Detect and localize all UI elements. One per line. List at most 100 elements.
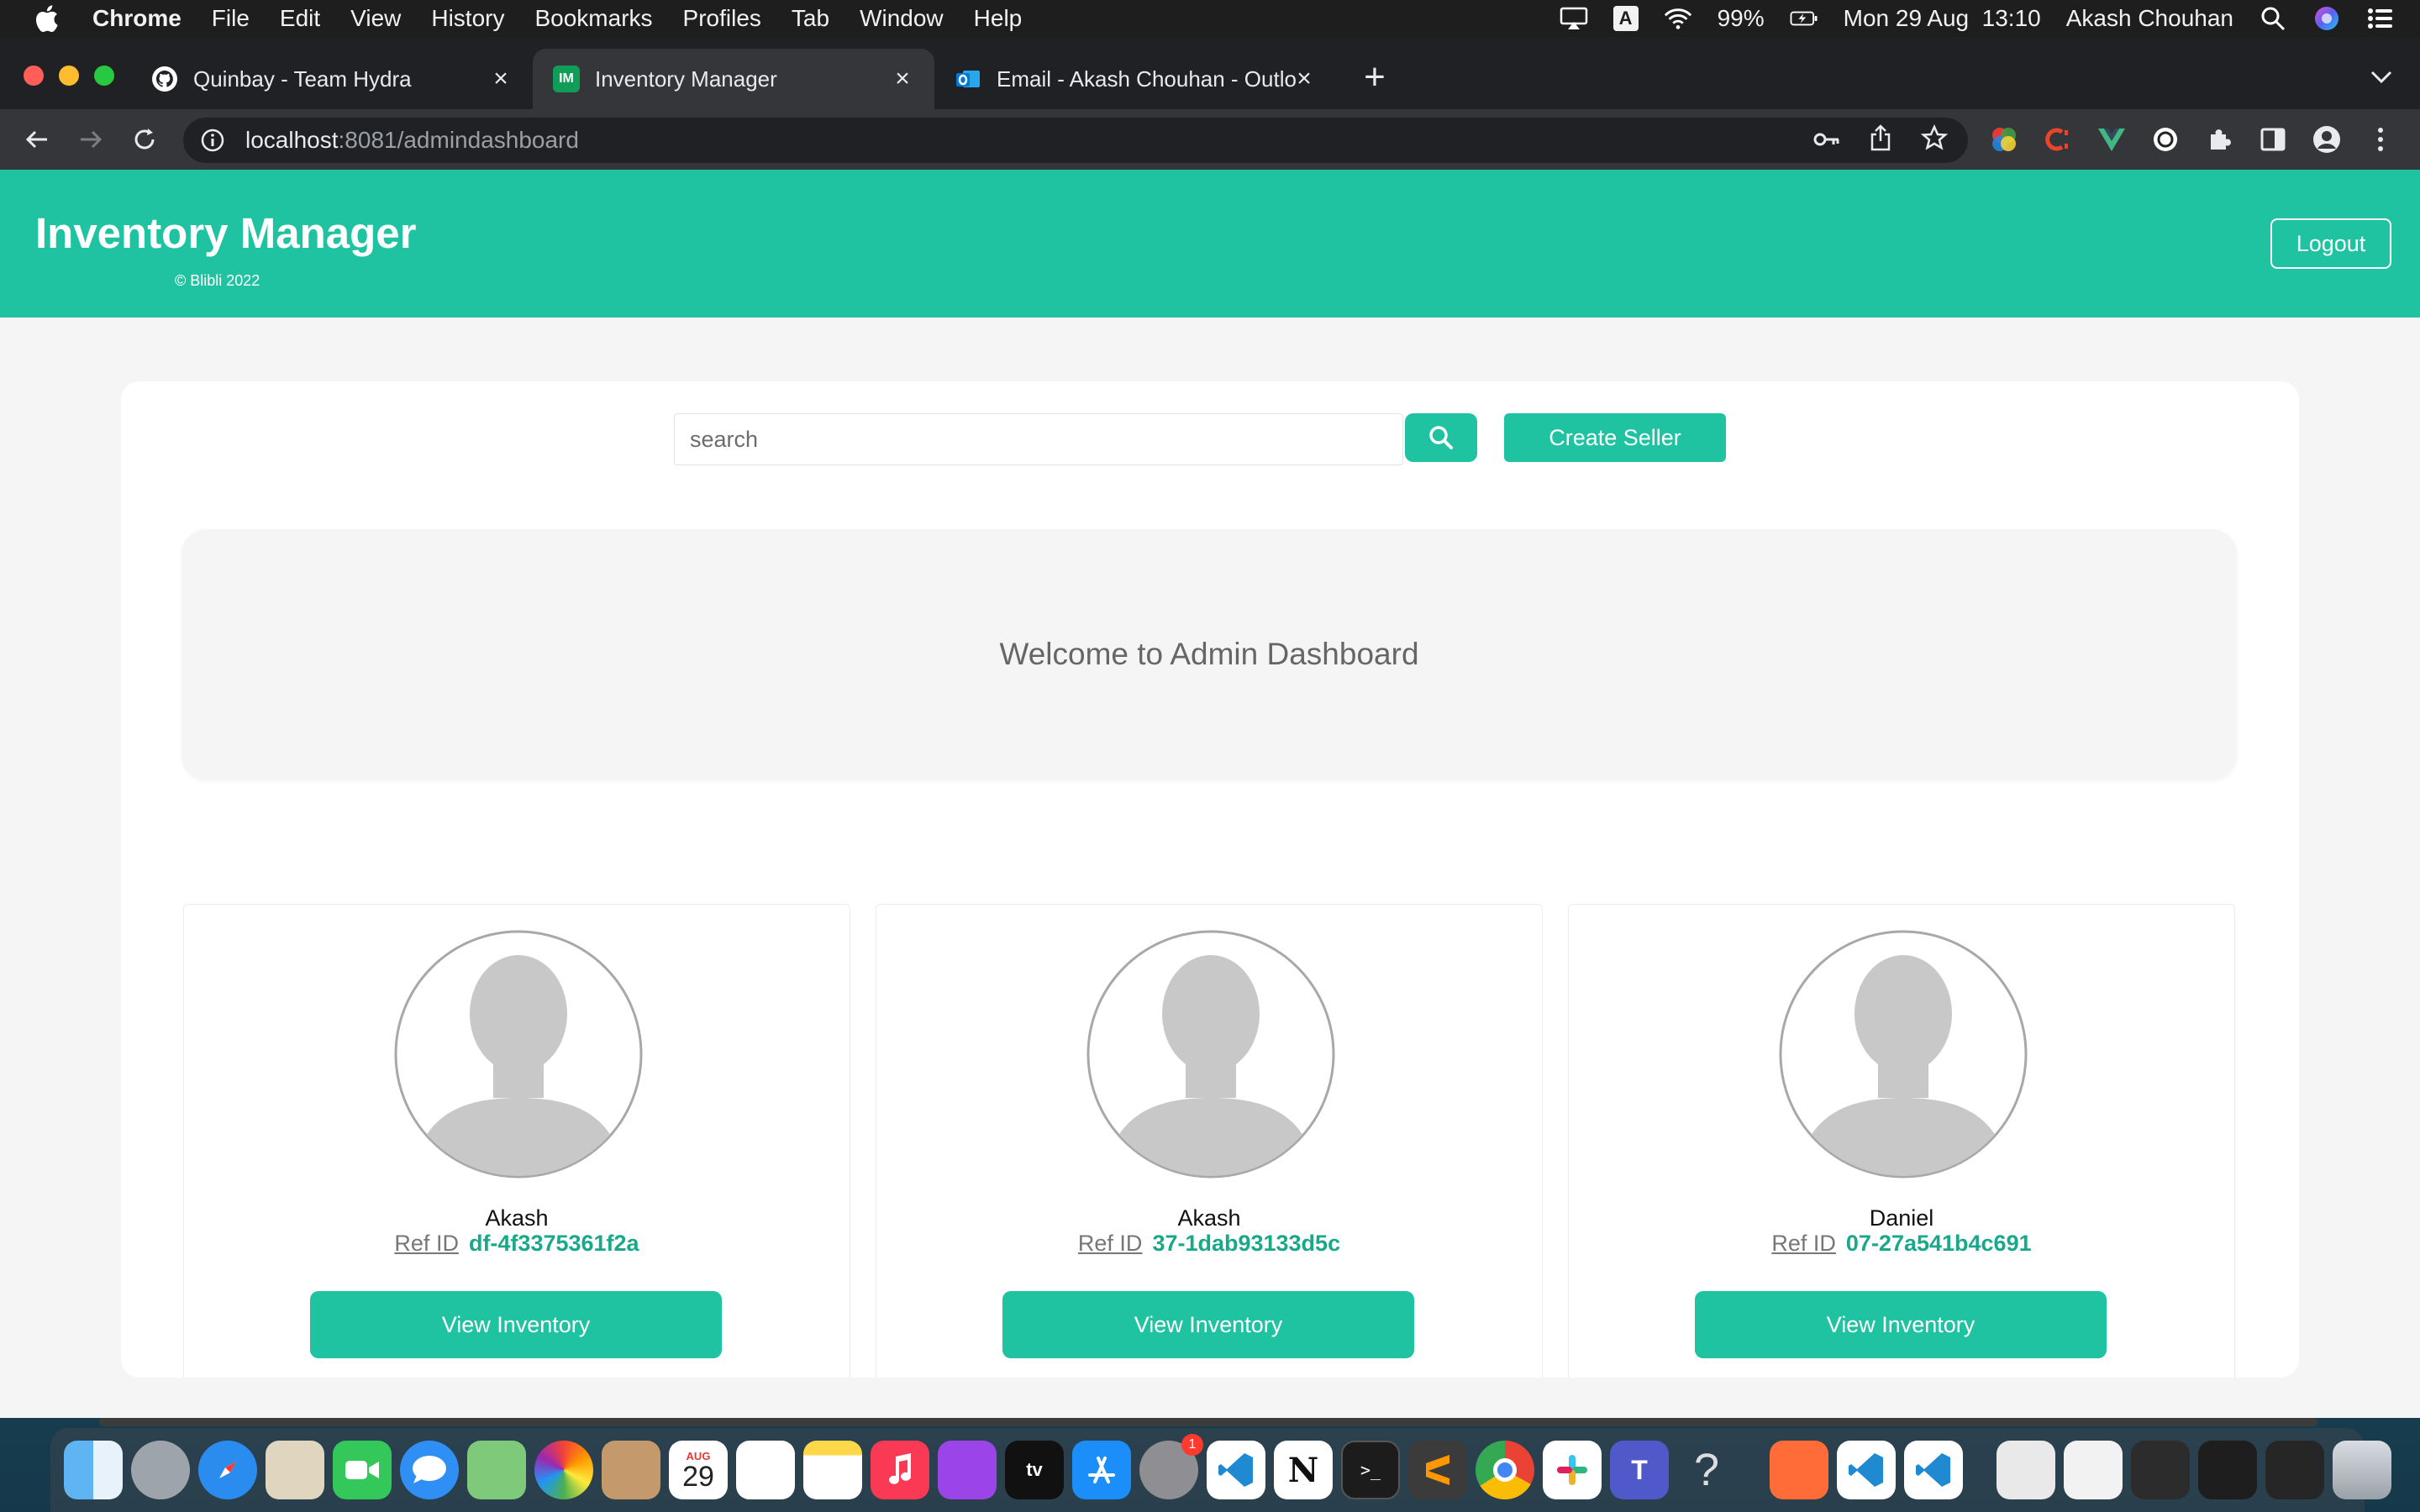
tab-search-icon[interactable]	[2366, 62, 2396, 92]
bookmark-star-icon[interactable]	[1920, 123, 1949, 157]
launchpad-icon[interactable]	[131, 1441, 190, 1499]
close-tab-icon[interactable]: ×	[486, 64, 516, 94]
close-window-button[interactable]	[24, 66, 44, 86]
site-info-icon[interactable]	[200, 128, 225, 153]
menu-app-name[interactable]: Chrome	[92, 5, 182, 32]
spotlight-search-icon[interactable]	[2259, 6, 2287, 31]
messages-icon[interactable]	[400, 1441, 459, 1499]
menu-tab[interactable]: Tab	[792, 5, 829, 32]
terminal-thumbnail-icon-2[interactable]	[2198, 1441, 2257, 1499]
forward-icon[interactable]	[72, 121, 109, 158]
window-thumbnail-icon[interactable]	[2064, 1441, 2123, 1499]
menu-window[interactable]: Window	[860, 5, 944, 32]
logout-button[interactable]: Logout	[2270, 218, 2391, 269]
search-button[interactable]	[1405, 413, 1477, 462]
vscode-icon-3[interactable]	[1904, 1441, 1963, 1499]
grammar-extension-icon[interactable]	[2148, 122, 2183, 157]
tab-quinbay[interactable]: Quinbay - Team Hydra ×	[131, 49, 533, 109]
search-input[interactable]	[674, 413, 1403, 465]
create-seller-button[interactable]: Create Seller	[1504, 413, 1726, 462]
app-title: Inventory Manager	[35, 209, 417, 257]
podcasts-icon[interactable]	[938, 1441, 997, 1499]
close-tab-icon[interactable]: ×	[1289, 64, 1319, 94]
facetime-icon[interactable]	[333, 1441, 392, 1499]
close-tab-icon[interactable]: ×	[887, 64, 918, 94]
browser-window: Quinbay - Team Hydra × IM Inventory Mana…	[0, 37, 2420, 1426]
system-preferences-icon[interactable]: 1	[1139, 1434, 1203, 1499]
wifi-icon[interactable]	[1664, 6, 1692, 31]
minimize-window-button[interactable]	[59, 66, 79, 86]
input-source-icon[interactable]: A	[1612, 6, 1639, 31]
menu-history[interactable]: History	[431, 5, 504, 32]
postman-icon[interactable]	[1770, 1441, 1828, 1499]
tab-strip: Quinbay - Team Hydra × IM Inventory Mana…	[0, 37, 2420, 109]
c-extension-icon[interactable]	[2040, 122, 2075, 157]
menu-view[interactable]: View	[350, 5, 401, 32]
apple-menu-icon[interactable]	[34, 3, 62, 34]
tab-outlook-email[interactable]: Email - Akash Chouhan - Outlo ×	[934, 49, 1336, 109]
control-center-icon[interactable]	[2366, 6, 2395, 31]
password-key-icon[interactable]	[1813, 127, 1840, 154]
vscode-icon[interactable]	[1207, 1441, 1265, 1499]
slack-icon[interactable]	[1543, 1441, 1602, 1499]
web-page: Inventory Manager © Blibli 2022 Logout C…	[0, 170, 2420, 1418]
menu-file[interactable]: File	[212, 5, 250, 32]
maps-icon[interactable]	[467, 1441, 526, 1499]
terminal-thumbnail-icon-3[interactable]	[2265, 1441, 2324, 1499]
share-icon[interactable]	[1869, 123, 1892, 157]
photos-icon[interactable]	[534, 1441, 593, 1499]
music-icon[interactable]	[871, 1441, 929, 1499]
menu-edit[interactable]: Edit	[280, 5, 320, 32]
app-store-icon[interactable]	[1072, 1441, 1131, 1499]
notion-icon[interactable]: N	[1274, 1441, 1333, 1499]
welcome-banner: Welcome to Admin Dashboard	[182, 529, 2237, 780]
menubar-datetime[interactable]: Mon 29 Aug 13:10	[1844, 5, 2041, 32]
safari-icon[interactable]	[198, 1441, 257, 1499]
contacts-icon[interactable]	[602, 1441, 660, 1499]
menubar-user[interactable]: Akash Chouhan	[2066, 5, 2233, 32]
tv-icon[interactable]: tv	[1005, 1441, 1064, 1499]
reminders-icon[interactable]	[736, 1441, 795, 1499]
terminal-icon[interactable]: >_	[1341, 1441, 1400, 1499]
archive-icon[interactable]	[1996, 1441, 2055, 1499]
side-panel-icon[interactable]	[2255, 122, 2291, 157]
address-bar[interactable]: localhost :8081/admindashboard	[183, 118, 1968, 163]
zoom-window-button[interactable]	[94, 66, 114, 86]
browser-menu-icon[interactable]	[2363, 122, 2398, 157]
ref-id-value: 07-27a541b4c691	[1845, 1231, 2032, 1256]
menu-profiles[interactable]: Profiles	[683, 5, 761, 32]
url-host: localhost	[245, 127, 339, 153]
back-icon[interactable]	[18, 121, 55, 158]
calendar-icon[interactable]: AUG 29	[669, 1441, 728, 1499]
terminal-thumbnail-icon[interactable]	[2131, 1441, 2190, 1499]
view-inventory-button[interactable]: View Inventory	[310, 1291, 722, 1358]
reload-icon[interactable]	[126, 121, 163, 158]
trash-icon[interactable]	[2333, 1441, 2391, 1499]
color-picker-extension-icon[interactable]	[1986, 122, 2022, 157]
seller-card: Daniel Ref ID 07-27a541b4c691 View Invent…	[1568, 904, 2235, 1378]
teams-icon[interactable]: T	[1610, 1441, 1669, 1499]
tab-label: Inventory Manager	[595, 66, 777, 92]
profile-avatar-icon[interactable]	[2309, 122, 2344, 157]
help-icon[interactable]: ?	[1677, 1441, 1736, 1499]
macos-dock: AUG 29 tv 1 N >_ T ?	[50, 1428, 2391, 1512]
siri-icon[interactable]	[2312, 6, 2341, 31]
view-inventory-button[interactable]: View Inventory	[1002, 1291, 1414, 1358]
finder-icon[interactable]	[64, 1441, 123, 1499]
puzzle-extensions-icon[interactable]	[2202, 122, 2237, 157]
view-inventory-button[interactable]: View Inventory	[1695, 1291, 2107, 1358]
vue-devtools-icon[interactable]	[2094, 122, 2129, 157]
menu-help[interactable]: Help	[974, 5, 1023, 32]
battery-icon[interactable]	[1790, 6, 1818, 31]
mail-icon[interactable]	[266, 1441, 324, 1499]
sublime-text-icon[interactable]	[1408, 1441, 1467, 1499]
vscode-icon-2[interactable]	[1837, 1441, 1896, 1499]
airplay-icon[interactable]	[1560, 6, 1588, 31]
notes-icon[interactable]	[803, 1441, 862, 1499]
horizontal-scrollbar[interactable]	[99, 1418, 2317, 1426]
search-icon	[1429, 426, 1453, 449]
new-tab-button[interactable]: +	[1356, 56, 1393, 97]
menu-bookmarks[interactable]: Bookmarks	[534, 5, 652, 32]
chrome-icon[interactable]	[1476, 1441, 1534, 1499]
tab-inventory-manager[interactable]: IM Inventory Manager ×	[533, 49, 934, 109]
